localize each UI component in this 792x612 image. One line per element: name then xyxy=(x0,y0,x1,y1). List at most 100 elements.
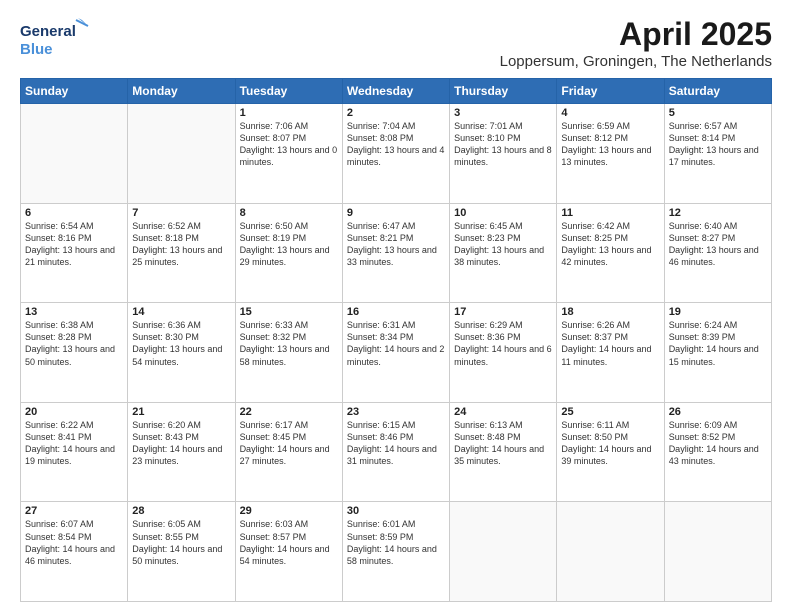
calendar-cell: 25Sunrise: 6:11 AMSunset: 8:50 PMDayligh… xyxy=(557,402,664,502)
calendar-cell: 26Sunrise: 6:09 AMSunset: 8:52 PMDayligh… xyxy=(664,402,771,502)
day-number: 13 xyxy=(25,306,123,318)
day-number: 27 xyxy=(25,505,123,517)
svg-text:General: General xyxy=(20,23,76,40)
calendar-week-row: 6Sunrise: 6:54 AMSunset: 8:16 PMDaylight… xyxy=(21,203,772,303)
day-number: 10 xyxy=(454,207,552,219)
calendar-cell xyxy=(21,104,128,204)
day-number: 12 xyxy=(669,207,767,219)
calendar-cell: 5Sunrise: 6:57 AMSunset: 8:14 PMDaylight… xyxy=(664,104,771,204)
calendar-cell: 19Sunrise: 6:24 AMSunset: 8:39 PMDayligh… xyxy=(664,303,771,403)
col-header-saturday: Saturday xyxy=(664,79,771,104)
day-number: 21 xyxy=(132,406,230,418)
day-info: Sunrise: 6:15 AMSunset: 8:46 PMDaylight:… xyxy=(347,419,445,468)
calendar-cell: 8Sunrise: 6:50 AMSunset: 8:19 PMDaylight… xyxy=(235,203,342,303)
calendar-cell: 11Sunrise: 6:42 AMSunset: 8:25 PMDayligh… xyxy=(557,203,664,303)
col-header-tuesday: Tuesday xyxy=(235,79,342,104)
calendar-cell: 7Sunrise: 6:52 AMSunset: 8:18 PMDaylight… xyxy=(128,203,235,303)
day-info: Sunrise: 6:09 AMSunset: 8:52 PMDaylight:… xyxy=(669,419,767,468)
day-info: Sunrise: 6:03 AMSunset: 8:57 PMDaylight:… xyxy=(240,518,338,567)
calendar-cell: 30Sunrise: 6:01 AMSunset: 8:59 PMDayligh… xyxy=(342,502,449,602)
calendar-cell: 29Sunrise: 6:03 AMSunset: 8:57 PMDayligh… xyxy=(235,502,342,602)
calendar-cell: 24Sunrise: 6:13 AMSunset: 8:48 PMDayligh… xyxy=(450,402,557,502)
day-number: 29 xyxy=(240,505,338,517)
calendar-cell: 15Sunrise: 6:33 AMSunset: 8:32 PMDayligh… xyxy=(235,303,342,403)
day-number: 23 xyxy=(347,406,445,418)
day-number: 19 xyxy=(669,306,767,318)
calendar-week-row: 20Sunrise: 6:22 AMSunset: 8:41 PMDayligh… xyxy=(21,402,772,502)
day-info: Sunrise: 6:31 AMSunset: 8:34 PMDaylight:… xyxy=(347,319,445,368)
calendar-cell: 17Sunrise: 6:29 AMSunset: 8:36 PMDayligh… xyxy=(450,303,557,403)
calendar-cell: 18Sunrise: 6:26 AMSunset: 8:37 PMDayligh… xyxy=(557,303,664,403)
logo-svg: General Blue xyxy=(20,16,90,60)
calendar-week-row: 1Sunrise: 7:06 AMSunset: 8:07 PMDaylight… xyxy=(21,104,772,204)
day-number: 7 xyxy=(132,207,230,219)
col-header-wednesday: Wednesday xyxy=(342,79,449,104)
calendar-week-row: 27Sunrise: 6:07 AMSunset: 8:54 PMDayligh… xyxy=(21,502,772,602)
day-number: 4 xyxy=(561,107,659,119)
calendar-cell xyxy=(450,502,557,602)
day-info: Sunrise: 6:54 AMSunset: 8:16 PMDaylight:… xyxy=(25,220,123,269)
day-info: Sunrise: 6:57 AMSunset: 8:14 PMDaylight:… xyxy=(669,120,767,169)
calendar-cell: 6Sunrise: 6:54 AMSunset: 8:16 PMDaylight… xyxy=(21,203,128,303)
day-number: 26 xyxy=(669,406,767,418)
calendar-cell: 4Sunrise: 6:59 AMSunset: 8:12 PMDaylight… xyxy=(557,104,664,204)
calendar-cell: 21Sunrise: 6:20 AMSunset: 8:43 PMDayligh… xyxy=(128,402,235,502)
calendar-week-row: 13Sunrise: 6:38 AMSunset: 8:28 PMDayligh… xyxy=(21,303,772,403)
day-info: Sunrise: 6:45 AMSunset: 8:23 PMDaylight:… xyxy=(454,220,552,269)
title-block: April 2025 Loppersum, Groningen, The Net… xyxy=(500,16,772,70)
day-number: 8 xyxy=(240,207,338,219)
day-info: Sunrise: 7:06 AMSunset: 8:07 PMDaylight:… xyxy=(240,120,338,169)
calendar-cell: 9Sunrise: 6:47 AMSunset: 8:21 PMDaylight… xyxy=(342,203,449,303)
day-info: Sunrise: 6:59 AMSunset: 8:12 PMDaylight:… xyxy=(561,120,659,169)
day-number: 28 xyxy=(132,505,230,517)
calendar-cell: 20Sunrise: 6:22 AMSunset: 8:41 PMDayligh… xyxy=(21,402,128,502)
day-info: Sunrise: 6:36 AMSunset: 8:30 PMDaylight:… xyxy=(132,319,230,368)
day-info: Sunrise: 6:20 AMSunset: 8:43 PMDaylight:… xyxy=(132,419,230,468)
day-number: 16 xyxy=(347,306,445,318)
calendar-cell: 1Sunrise: 7:06 AMSunset: 8:07 PMDaylight… xyxy=(235,104,342,204)
day-info: Sunrise: 6:47 AMSunset: 8:21 PMDaylight:… xyxy=(347,220,445,269)
day-info: Sunrise: 7:04 AMSunset: 8:08 PMDaylight:… xyxy=(347,120,445,169)
day-number: 14 xyxy=(132,306,230,318)
day-info: Sunrise: 6:38 AMSunset: 8:28 PMDaylight:… xyxy=(25,319,123,368)
day-info: Sunrise: 6:40 AMSunset: 8:27 PMDaylight:… xyxy=(669,220,767,269)
calendar-cell: 12Sunrise: 6:40 AMSunset: 8:27 PMDayligh… xyxy=(664,203,771,303)
col-header-monday: Monday xyxy=(128,79,235,104)
col-header-friday: Friday xyxy=(557,79,664,104)
calendar-cell: 2Sunrise: 7:04 AMSunset: 8:08 PMDaylight… xyxy=(342,104,449,204)
calendar-cell: 3Sunrise: 7:01 AMSunset: 8:10 PMDaylight… xyxy=(450,104,557,204)
day-number: 5 xyxy=(669,107,767,119)
calendar-cell: 13Sunrise: 6:38 AMSunset: 8:28 PMDayligh… xyxy=(21,303,128,403)
day-number: 15 xyxy=(240,306,338,318)
calendar-cell: 23Sunrise: 6:15 AMSunset: 8:46 PMDayligh… xyxy=(342,402,449,502)
day-number: 1 xyxy=(240,107,338,119)
calendar-table: SundayMondayTuesdayWednesdayThursdayFrid… xyxy=(20,78,772,602)
day-info: Sunrise: 6:05 AMSunset: 8:55 PMDaylight:… xyxy=(132,518,230,567)
col-header-sunday: Sunday xyxy=(21,79,128,104)
calendar-cell: 14Sunrise: 6:36 AMSunset: 8:30 PMDayligh… xyxy=(128,303,235,403)
day-number: 2 xyxy=(347,107,445,119)
day-number: 11 xyxy=(561,207,659,219)
day-info: Sunrise: 6:33 AMSunset: 8:32 PMDaylight:… xyxy=(240,319,338,368)
svg-text:Blue: Blue xyxy=(20,41,53,58)
page: General Blue April 2025 Loppersum, Groni… xyxy=(0,0,792,612)
day-info: Sunrise: 6:50 AMSunset: 8:19 PMDaylight:… xyxy=(240,220,338,269)
day-info: Sunrise: 6:26 AMSunset: 8:37 PMDaylight:… xyxy=(561,319,659,368)
day-number: 18 xyxy=(561,306,659,318)
day-info: Sunrise: 6:01 AMSunset: 8:59 PMDaylight:… xyxy=(347,518,445,567)
day-info: Sunrise: 6:22 AMSunset: 8:41 PMDaylight:… xyxy=(25,419,123,468)
day-number: 20 xyxy=(25,406,123,418)
day-info: Sunrise: 6:29 AMSunset: 8:36 PMDaylight:… xyxy=(454,319,552,368)
day-info: Sunrise: 6:07 AMSunset: 8:54 PMDaylight:… xyxy=(25,518,123,567)
calendar-cell xyxy=(128,104,235,204)
logo: General Blue xyxy=(20,16,90,60)
day-number: 22 xyxy=(240,406,338,418)
day-number: 3 xyxy=(454,107,552,119)
page-subtitle: Loppersum, Groningen, The Netherlands xyxy=(500,53,772,70)
day-info: Sunrise: 6:13 AMSunset: 8:48 PMDaylight:… xyxy=(454,419,552,468)
calendar-cell: 10Sunrise: 6:45 AMSunset: 8:23 PMDayligh… xyxy=(450,203,557,303)
day-info: Sunrise: 6:11 AMSunset: 8:50 PMDaylight:… xyxy=(561,419,659,468)
day-info: Sunrise: 6:52 AMSunset: 8:18 PMDaylight:… xyxy=(132,220,230,269)
day-number: 30 xyxy=(347,505,445,517)
day-number: 25 xyxy=(561,406,659,418)
